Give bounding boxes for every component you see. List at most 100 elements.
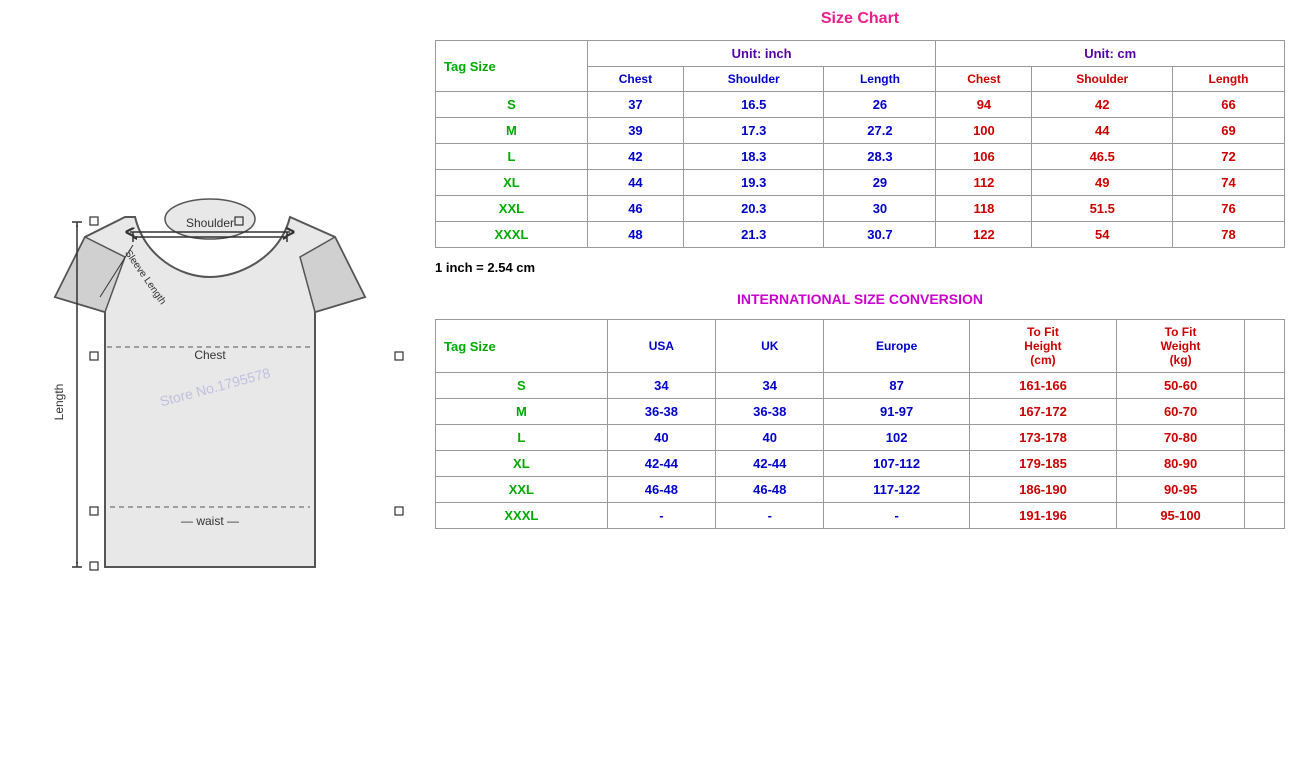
length-cm-cell: 72 bbox=[1173, 144, 1285, 170]
tag-size-cell: XL bbox=[436, 170, 588, 196]
height-cell: 191-196 bbox=[969, 503, 1116, 529]
tag-size-cell: XXXL bbox=[436, 222, 588, 248]
length-inch-cell: 27.2 bbox=[824, 118, 936, 144]
intl-title: INTERNATIONAL SIZE CONVERSION bbox=[435, 291, 1285, 307]
table-row: L 40 40 102 173-178 70-80 bbox=[436, 425, 1285, 451]
chest-inch-cell: 48 bbox=[587, 222, 683, 248]
chest-inch-cell: 42 bbox=[587, 144, 683, 170]
empty-cell bbox=[1245, 451, 1285, 477]
height-cell: 186-190 bbox=[969, 477, 1116, 503]
shoulder-cm-cell: 46.5 bbox=[1032, 144, 1173, 170]
empty-cell bbox=[1245, 373, 1285, 399]
europe-cell: - bbox=[824, 503, 969, 529]
right-panel: Size Chart Tag Size Unit: inch Unit: cm … bbox=[430, 0, 1295, 773]
shoulder-inch-cell: 21.3 bbox=[683, 222, 824, 248]
shoulder-cm-cell: 49 bbox=[1032, 170, 1173, 196]
intl-tag-size-label: Tag Size bbox=[444, 339, 496, 354]
table-row: XXXL - - - 191-196 95-100 bbox=[436, 503, 1285, 529]
chest-cm-cell: 118 bbox=[936, 196, 1032, 222]
intl-tag-cell: M bbox=[436, 399, 608, 425]
shoulder-inch-cell: 17.3 bbox=[683, 118, 824, 144]
inch-shoulder-header: Shoulder bbox=[683, 67, 824, 92]
cm-length-header: Length bbox=[1173, 67, 1285, 92]
chest-cm-cell: 112 bbox=[936, 170, 1032, 196]
weight-cell: 95-100 bbox=[1117, 503, 1245, 529]
table-row: XL 42-44 42-44 107-112 179-185 80-90 bbox=[436, 451, 1285, 477]
shoulder-inch-cell: 16.5 bbox=[683, 92, 824, 118]
table-row: XXL 46 20.3 30 118 51.5 76 bbox=[436, 196, 1285, 222]
intl-table: Tag Size USA UK Europe To FitHeight(cm) … bbox=[435, 319, 1285, 529]
shoulder-inch-cell: 19.3 bbox=[683, 170, 824, 196]
svg-text:Shoulder: Shoulder bbox=[186, 216, 234, 230]
uk-cell: - bbox=[716, 503, 824, 529]
intl-tag-cell: XL bbox=[436, 451, 608, 477]
table-row: XL 44 19.3 29 112 49 74 bbox=[436, 170, 1285, 196]
height-cell: 161-166 bbox=[969, 373, 1116, 399]
uk-cell: 36-38 bbox=[716, 399, 824, 425]
chest-inch-cell: 46 bbox=[587, 196, 683, 222]
length-cm-cell: 74 bbox=[1173, 170, 1285, 196]
table-row: M 36-38 36-38 91-97 167-172 60-70 bbox=[436, 399, 1285, 425]
intl-tag-cell: S bbox=[436, 373, 608, 399]
svg-text:Length: Length bbox=[52, 383, 66, 420]
tag-size-cell: XXL bbox=[436, 196, 588, 222]
length-cm-cell: 69 bbox=[1173, 118, 1285, 144]
shoulder-cm-cell: 42 bbox=[1032, 92, 1173, 118]
size-chart-title: Size Chart bbox=[435, 10, 1285, 28]
conversion-note: 1 inch = 2.54 cm bbox=[435, 256, 1285, 279]
empty-cell bbox=[1245, 399, 1285, 425]
usa-cell: 46-48 bbox=[607, 477, 715, 503]
empty-cell bbox=[1245, 425, 1285, 451]
intl-tag-cell: XXXL bbox=[436, 503, 608, 529]
intl-tag-cell: XXL bbox=[436, 477, 608, 503]
chest-inch-cell: 39 bbox=[587, 118, 683, 144]
unit-cm-header: Unit: cm bbox=[936, 41, 1285, 67]
shoulder-cm-cell: 44 bbox=[1032, 118, 1173, 144]
shoulder-cm-cell: 54 bbox=[1032, 222, 1173, 248]
usa-cell: 42-44 bbox=[607, 451, 715, 477]
svg-text:Chest: Chest bbox=[194, 348, 226, 362]
intl-uk-header: UK bbox=[716, 320, 824, 373]
weight-cell: 80-90 bbox=[1117, 451, 1245, 477]
tag-size-cell: M bbox=[436, 118, 588, 144]
inch-length-header: Length bbox=[824, 67, 936, 92]
intl-tag-cell: L bbox=[436, 425, 608, 451]
chest-cm-cell: 94 bbox=[936, 92, 1032, 118]
intl-weight-header: To FitWeight(kg) bbox=[1117, 320, 1245, 373]
table-row: M 39 17.3 27.2 100 44 69 bbox=[436, 118, 1285, 144]
table-row: XXXL 48 21.3 30.7 122 54 78 bbox=[436, 222, 1285, 248]
tshirt-diagram-panel: Shoulder bbox=[0, 0, 430, 773]
cm-shoulder-header: Shoulder bbox=[1032, 67, 1173, 92]
europe-cell: 91-97 bbox=[824, 399, 969, 425]
length-cm-cell: 76 bbox=[1173, 196, 1285, 222]
height-cell: 167-172 bbox=[969, 399, 1116, 425]
europe-cell: 117-122 bbox=[824, 477, 969, 503]
usa-cell: 34 bbox=[607, 373, 715, 399]
table-row: XXL 46-48 46-48 117-122 186-190 90-95 bbox=[436, 477, 1285, 503]
usa-cell: 36-38 bbox=[607, 399, 715, 425]
tag-size-header: Tag Size bbox=[436, 41, 588, 92]
tag-size-label: Tag Size bbox=[444, 59, 496, 74]
uk-cell: 46-48 bbox=[716, 477, 824, 503]
inch-chest-header: Chest bbox=[587, 67, 683, 92]
weight-cell: 50-60 bbox=[1117, 373, 1245, 399]
uk-cell: 40 bbox=[716, 425, 824, 451]
table-row: S 37 16.5 26 94 42 66 bbox=[436, 92, 1285, 118]
uk-cell: 42-44 bbox=[716, 451, 824, 477]
europe-cell: 102 bbox=[824, 425, 969, 451]
height-cell: 173-178 bbox=[969, 425, 1116, 451]
shoulder-inch-cell: 20.3 bbox=[683, 196, 824, 222]
chest-inch-cell: 44 bbox=[587, 170, 683, 196]
shoulder-inch-cell: 18.3 bbox=[683, 144, 824, 170]
uk-cell: 34 bbox=[716, 373, 824, 399]
tag-size-cell: L bbox=[436, 144, 588, 170]
usa-cell: - bbox=[607, 503, 715, 529]
length-inch-cell: 28.3 bbox=[824, 144, 936, 170]
shoulder-cm-cell: 51.5 bbox=[1032, 196, 1173, 222]
tag-size-cell: S bbox=[436, 92, 588, 118]
table-row: S 34 34 87 161-166 50-60 bbox=[436, 373, 1285, 399]
usa-cell: 40 bbox=[607, 425, 715, 451]
weight-cell: 60-70 bbox=[1117, 399, 1245, 425]
length-cm-cell: 78 bbox=[1173, 222, 1285, 248]
chest-cm-cell: 122 bbox=[936, 222, 1032, 248]
